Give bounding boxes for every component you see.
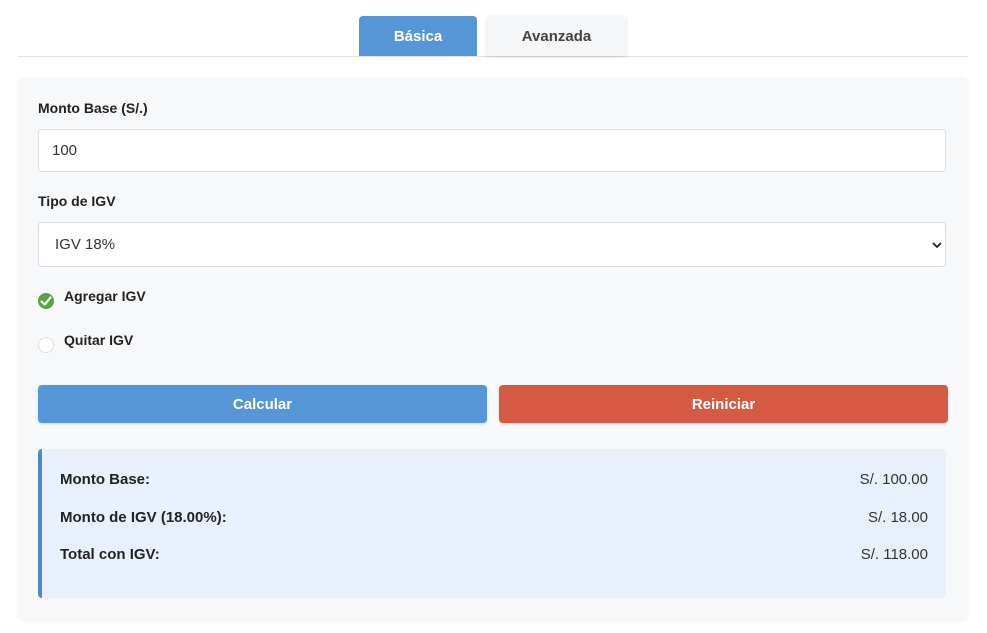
result-value: S/. 118.00: [860, 546, 928, 563]
tab-bar: Básica Avanzada: [18, 16, 968, 57]
amount-label: Monto Base (S/.): [38, 100, 148, 116]
igv-type-select[interactable]: IGV 18%: [38, 222, 946, 267]
tab-basica[interactable]: Básica: [359, 16, 477, 56]
result-value: S/. 100.00: [859, 471, 928, 488]
result-label: Total con IGV:: [60, 546, 160, 563]
result-row-total: Total con IGV: S/. 118.00: [60, 546, 928, 566]
result-row-igv: Monto de IGV (18.00%): S/. 18.00: [60, 509, 928, 529]
result-label: Monto de IGV (18.00%):: [60, 509, 227, 526]
result-value: S/. 18.00: [867, 509, 928, 526]
results-panel: Monto Base: S/. 100.00 Monto de IGV (18.…: [38, 449, 946, 598]
remove-igv-label: Quitar IGV: [64, 332, 134, 348]
result-row-base: Monto Base: S/. 100.00: [60, 471, 928, 491]
check-icon: [40, 296, 52, 306]
amount-input[interactable]: 100: [38, 129, 946, 172]
calculate-button[interactable]: Calcular: [38, 385, 487, 423]
remove-igv-radio[interactable]: [38, 337, 54, 353]
chevron-down-icon: [932, 242, 942, 249]
add-igv-label: Agregar IGV: [64, 288, 146, 304]
igv-type-label: Tipo de IGV: [38, 193, 116, 209]
tab-avanzada[interactable]: Avanzada: [487, 16, 626, 56]
result-label: Monto Base:: [60, 471, 150, 488]
calculator-card: Monto Base (S/.) 100 Tipo de IGV IGV 18%…: [18, 77, 968, 620]
reset-button[interactable]: Reiniciar: [499, 385, 948, 423]
igv-type-selected-value: IGV 18%: [55, 236, 116, 253]
add-igv-radio[interactable]: [38, 293, 54, 309]
